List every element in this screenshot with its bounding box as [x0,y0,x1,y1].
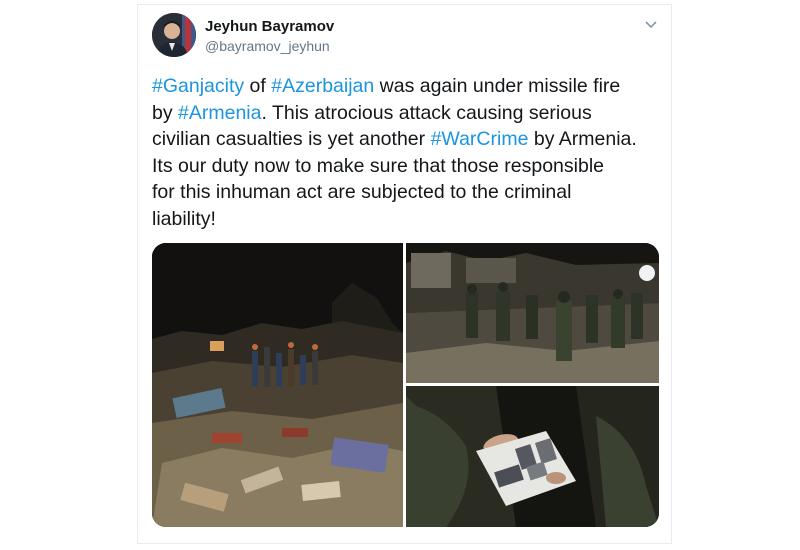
tweet-text-segment: Its our duty now to make sure that those… [152,154,604,177]
hashtag-link[interactable]: #Azerbaijan [271,75,374,97]
photo-grid [152,243,659,527]
tweet-line: liability! [152,206,662,233]
tweet-text-segment: of [244,75,272,97]
tweet-text-segment: by [152,101,179,124]
tweet-line: civilian casualties is yet another #WarC… [152,126,662,153]
photo-rescuers[interactable] [406,243,659,383]
avatar[interactable] [152,13,196,57]
photo-album-photo-icon [406,386,659,527]
hashtag-link[interactable]: #Armenia [178,102,261,124]
rubble-night-photo-icon [152,243,403,527]
profile-photo-icon [152,13,196,57]
tweet-text-segment: for this inhuman act are subjected to th… [152,181,572,203]
tweet-card: Jeyhun Bayramov @bayramov_jeyhun #Ganjac… [137,4,672,544]
chevron-down-icon[interactable] [643,16,659,32]
photo-album[interactable] [406,386,659,527]
tweet-line: by #Armenia. This atrocious attack causi… [152,100,662,127]
tweet-text: #Ganjacity of #Azerbaijan was again unde… [152,73,662,232]
photo-rubble-night[interactable] [152,243,403,527]
tweet-text-segment: by Armenia. [528,128,637,150]
tweet-text-segment: . This atrocious attack causing serious [261,101,592,124]
tweet-line: #Ganjacity of #Azerbaijan was again unde… [152,73,662,100]
tweet-text-segment: civilian casualties is yet another [152,128,431,150]
hashtag-link[interactable]: #Ganjacity [152,75,244,97]
hashtag-link[interactable]: #WarCrime [431,128,529,150]
tweet-text-segment: liability! [152,207,216,230]
author-name[interactable]: Jeyhun Bayramov [205,18,334,35]
tweet-text-segment: was again under missile fire [374,75,621,97]
rescuers-photo-icon [406,243,659,383]
author-handle[interactable]: @bayramov_jeyhun [205,38,330,54]
tweet-line: for this inhuman act are subjected to th… [152,179,662,206]
tweet-line: Its our duty now to make sure that those… [152,153,662,180]
